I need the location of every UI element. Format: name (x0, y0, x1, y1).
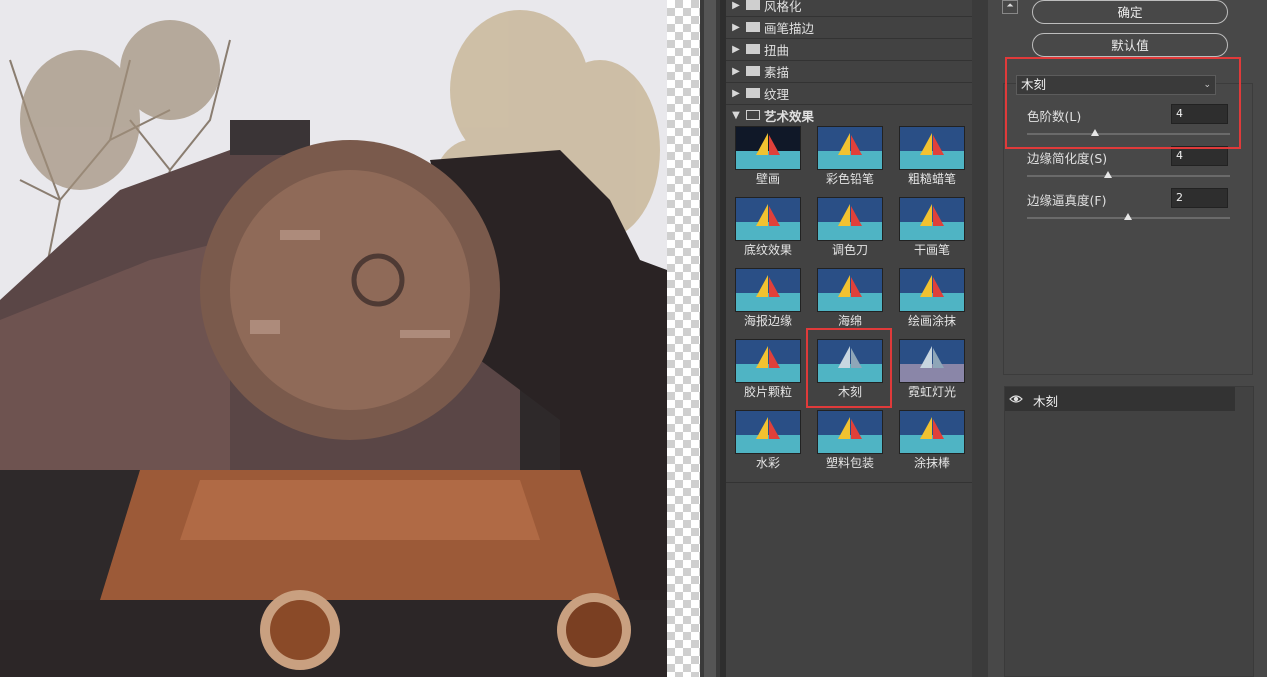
filter-thumbnail[interactable]: 塑料包装 (816, 410, 888, 474)
filter-thumbnail[interactable]: 底纹效果 (734, 197, 806, 261)
transparent-canvas-area (667, 0, 700, 677)
filter-preview-thumbnail (899, 268, 965, 312)
ok-button[interactable]: 确定 (1032, 0, 1228, 24)
category-sketch[interactable]: ▶ 素描 (726, 60, 972, 83)
filter-preview-thumbnail (817, 410, 883, 454)
filter-thumbnail[interactable]: 彩色铅笔 (816, 126, 888, 190)
category-label: 素描 (764, 64, 790, 80)
filter-preview-thumbnail (735, 268, 801, 312)
filter-thumbnail[interactable]: 霓虹灯光 (898, 339, 970, 403)
expand-triangle-icon: ▶ (732, 0, 740, 11)
filter-thumbnail-label: 海绵 (837, 314, 862, 328)
filter-thumbnail[interactable]: 壁画 (734, 126, 806, 190)
edge-simplicity-slider-thumb[interactable] (1104, 171, 1112, 178)
folder-icon (746, 0, 760, 10)
expand-triangle-icon: ▶ (732, 21, 740, 33)
folder-icon (746, 22, 760, 32)
category-label: 画笔描边 (764, 20, 815, 36)
filter-thumbnail[interactable]: 涂抹棒 (898, 410, 970, 474)
collapse-gallery-icon[interactable]: ⏶ (1002, 0, 1018, 14)
filter-preview-thumbnail (899, 339, 965, 383)
filter-preview-thumbnail (817, 268, 883, 312)
filter-thumbnail-label: 胶片颗粒 (743, 385, 792, 399)
filter-thumbnail[interactable]: 绘画涂抹 (898, 268, 970, 332)
effect-layers-panel: 木刻 (1004, 386, 1254, 677)
expand-triangle-icon: ▶ (732, 43, 740, 55)
filter-thumbnail[interactable]: 海绵 (816, 268, 888, 332)
selected-filter-highlight (806, 328, 892, 408)
preview-scrollbar-thumb[interactable] (704, 0, 716, 677)
expand-triangle-icon: ▶ (732, 65, 740, 77)
category-texture[interactable]: ▶ 纹理 (726, 82, 972, 105)
locomotive-preview (0, 0, 667, 677)
filter-thumbnail-label: 调色刀 (831, 243, 868, 257)
filter-preview-thumbnail (735, 126, 801, 170)
eye-icon[interactable] (1009, 392, 1023, 406)
filter-thumbnail-label: 霓虹灯光 (907, 385, 956, 399)
filter-thumbnail[interactable]: 胶片颗粒 (734, 339, 806, 403)
category-stylize[interactable]: ▶ 风格化 (726, 0, 972, 17)
category-label: 艺术效果 (764, 108, 815, 124)
folder-icon (746, 88, 760, 98)
filter-thumbnail-label: 彩色铅笔 (825, 172, 874, 186)
filter-preview-thumbnail (735, 339, 801, 383)
filter-thumbnail-label: 海报边缘 (743, 314, 792, 328)
category-label: 纹理 (764, 86, 790, 102)
filter-preview-thumbnail (735, 197, 801, 241)
highlight-box (1005, 57, 1241, 149)
filter-preview-thumbnail (899, 410, 965, 454)
folder-icon (746, 66, 760, 76)
effect-layer-row[interactable]: 木刻 (1005, 387, 1235, 411)
category-distort[interactable]: ▶ 扭曲 (726, 38, 972, 61)
filter-preview-thumbnail (735, 410, 801, 454)
edge-fidelity-slider-thumb[interactable] (1124, 213, 1132, 220)
filter-thumbnail[interactable]: 干画笔 (898, 197, 970, 261)
expand-triangle-icon: ▶ (732, 87, 740, 99)
filter-thumbnail-label: 塑料包装 (825, 456, 874, 470)
param-label-edge-fidelity: 边缘逼真度(F) (1027, 193, 1107, 208)
filter-preview-thumbnail (817, 126, 883, 170)
effect-layer-label: 木刻 (1033, 394, 1059, 409)
filter-preview-thumbnail (817, 197, 883, 241)
filter-thumbnail-label: 干画笔 (913, 243, 950, 257)
gallery-scrollbar[interactable] (972, 0, 988, 677)
category-artistic[interactable]: ▼ 艺术效果 (726, 104, 972, 126)
default-button[interactable]: 默认值 (1032, 33, 1228, 57)
filter-preview-thumbnail (899, 197, 965, 241)
filter-thumbnail-label: 底纹效果 (743, 243, 792, 257)
category-brush-strokes[interactable]: ▶ 画笔描边 (726, 16, 972, 39)
filter-thumbnail[interactable]: 水彩 (734, 410, 806, 474)
filter-thumbnail-label: 水彩 (755, 456, 780, 470)
category-label: 风格化 (764, 0, 802, 14)
edge-fidelity-input[interactable]: 2 (1171, 188, 1228, 208)
filter-thumbnail-label: 绘画涂抹 (907, 314, 956, 328)
filter-preview-thumbnail (899, 126, 965, 170)
collapse-triangle-icon: ▼ (732, 109, 740, 121)
filter-preview-image (0, 0, 667, 677)
filter-thumbnail[interactable]: 海报边缘 (734, 268, 806, 332)
category-label: 扭曲 (764, 42, 790, 58)
filter-thumbnail[interactable]: 调色刀 (816, 197, 888, 261)
edge-simplicity-input[interactable]: 4 (1171, 146, 1228, 166)
open-folder-icon (746, 110, 760, 120)
folder-icon (746, 44, 760, 54)
filter-thumbnail[interactable]: 粗糙蜡笔 (898, 126, 970, 190)
edge-simplicity-slider[interactable] (1027, 175, 1230, 177)
preview-scrollbar[interactable] (700, 0, 720, 677)
param-label-edge-simplicity: 边缘简化度(S) (1027, 151, 1108, 166)
filter-thumbnail-label: 粗糙蜡笔 (907, 172, 956, 186)
divider (726, 482, 972, 483)
filter-thumbnail-label: 壁画 (755, 172, 780, 186)
filter-thumbnail-label: 涂抹棒 (913, 456, 950, 470)
